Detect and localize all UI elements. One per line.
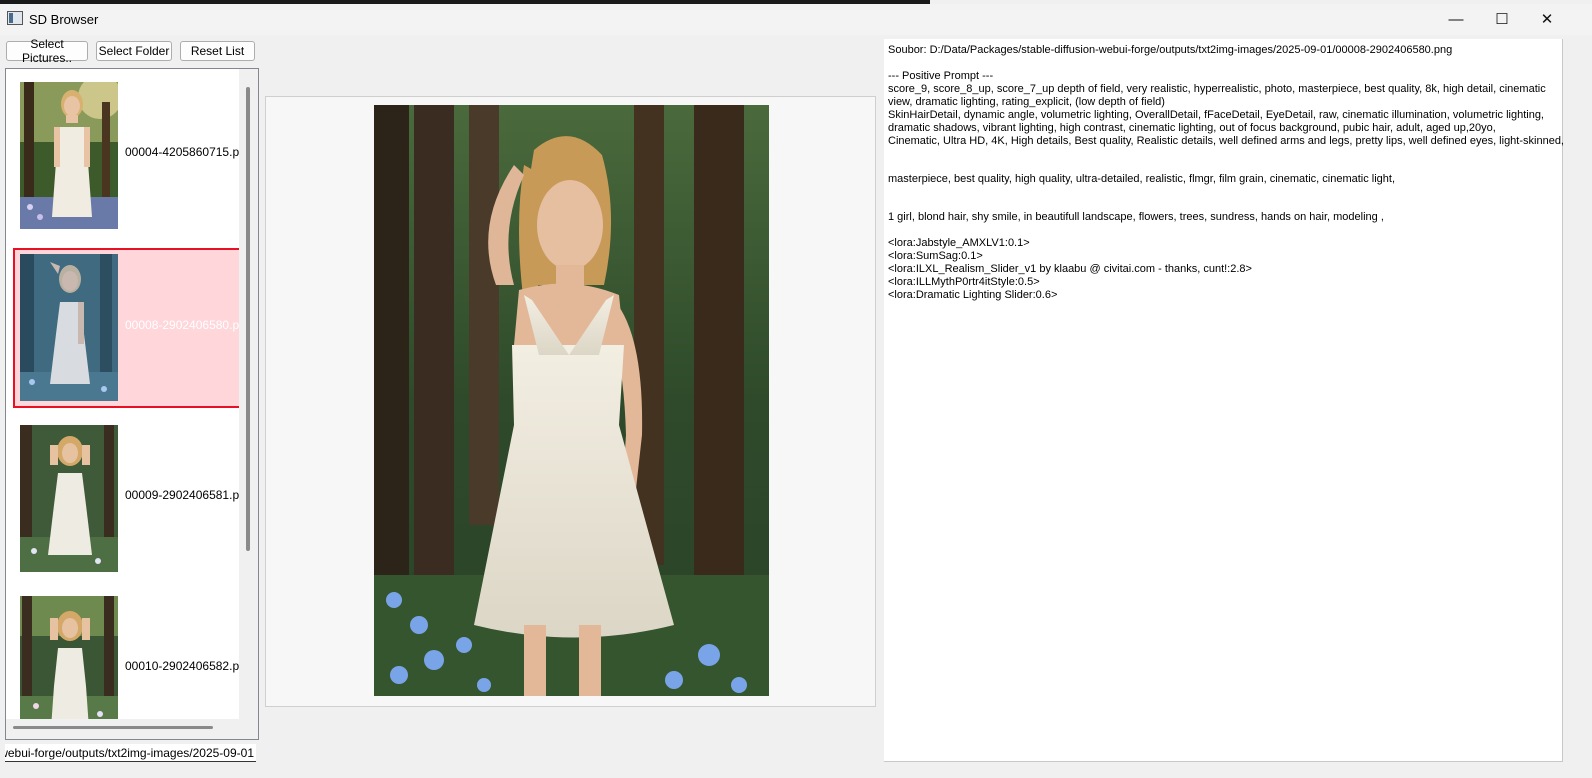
prompt-line: view, dramatic lighting, rating_explicit… bbox=[888, 96, 1165, 108]
metadata-text-area[interactable]: Soubor: D:/Data/Packages/stable-diffusio… bbox=[884, 39, 1564, 762]
file-list-item-selected[interactable]: 00008-2902406580.png bbox=[13, 248, 239, 408]
preview-image bbox=[374, 105, 769, 696]
file-list-item[interactable]: 00010-2902406582.png bbox=[14, 591, 239, 719]
lora-line: <lora:Jabstyle_AMXLV1:0.1> bbox=[888, 237, 1030, 249]
lora-line: <lora:ILXL_Realism_Slider_v1 by klaabu @… bbox=[888, 263, 1252, 275]
quality-prompt-line: masterpiece, best quality, high quality,… bbox=[888, 173, 1396, 185]
minimize-button[interactable]: — bbox=[1433, 4, 1479, 34]
folder-path-field[interactable]: on-webui-forge/outputs/txt2img-images/20… bbox=[5, 744, 256, 762]
file-name: 00009-2902406581.png bbox=[125, 488, 239, 502]
file-name: 00004-4205860715.png bbox=[125, 145, 239, 159]
folder-path-text: on-webui-forge/outputs/txt2img-images/20… bbox=[5, 746, 254, 760]
prompt-line: score_9, score_8_up, score_7_up depth of… bbox=[888, 83, 1546, 95]
select-folder-button[interactable]: Select Folder bbox=[96, 41, 172, 61]
lora-line: <lora:ILLMythP0rtr4itStyle:0.5> bbox=[888, 276, 1040, 288]
app-window-icon bbox=[7, 11, 23, 25]
subject-prompt-line: 1 girl, blond hair, shy smile, in beauti… bbox=[888, 211, 1384, 223]
window-title: SD Browser bbox=[29, 12, 99, 27]
file-list-panel[interactable]: 00004-4205860715.png 00008-2902406580.pn… bbox=[5, 68, 259, 740]
file-name: 00010-2902406582.png bbox=[125, 659, 239, 673]
file-list[interactable]: 00004-4205860715.png 00008-2902406580.pn… bbox=[6, 69, 239, 719]
file-list-item[interactable]: 00004-4205860715.png bbox=[14, 77, 239, 234]
select-pictures-button[interactable]: Select Pictures.. bbox=[6, 37, 88, 65]
file-name: 00008-2902406580.png bbox=[125, 318, 239, 332]
thumbnail-image bbox=[20, 82, 118, 229]
source-path-line: Soubor: D:/Data/Packages/stable-diffusio… bbox=[888, 44, 1453, 56]
prompt-line: dramatic shadows, vibrant lighting, high… bbox=[888, 122, 1496, 134]
close-button[interactable]: ✕ bbox=[1524, 4, 1570, 34]
lora-line: <lora:SumSag:0.1> bbox=[888, 250, 983, 262]
vertical-scrollbar[interactable] bbox=[246, 87, 250, 551]
title-bar: SD Browser — ☐ ✕ bbox=[0, 4, 1592, 35]
reset-list-button[interactable]: Reset List bbox=[180, 41, 255, 61]
positive-prompt-header: --- Positive Prompt --- bbox=[888, 70, 994, 82]
lora-line: <lora:Dramatic Lighting Slider:0.6> bbox=[888, 289, 1058, 301]
thumbnail-image bbox=[20, 596, 118, 719]
horizontal-scrollbar[interactable] bbox=[13, 726, 213, 729]
thumbnail-image bbox=[20, 425, 118, 572]
file-list-item[interactable]: 00009-2902406581.png bbox=[14, 420, 239, 577]
prompt-line: Cinematic, Ultra HD, 4K, High details, B… bbox=[888, 135, 1564, 147]
maximize-button[interactable]: ☐ bbox=[1479, 4, 1525, 34]
thumbnail-image bbox=[20, 254, 118, 401]
image-preview-panel bbox=[265, 96, 876, 707]
prompt-line: SkinHairDetail, dynamic angle, volumetri… bbox=[888, 109, 1544, 121]
